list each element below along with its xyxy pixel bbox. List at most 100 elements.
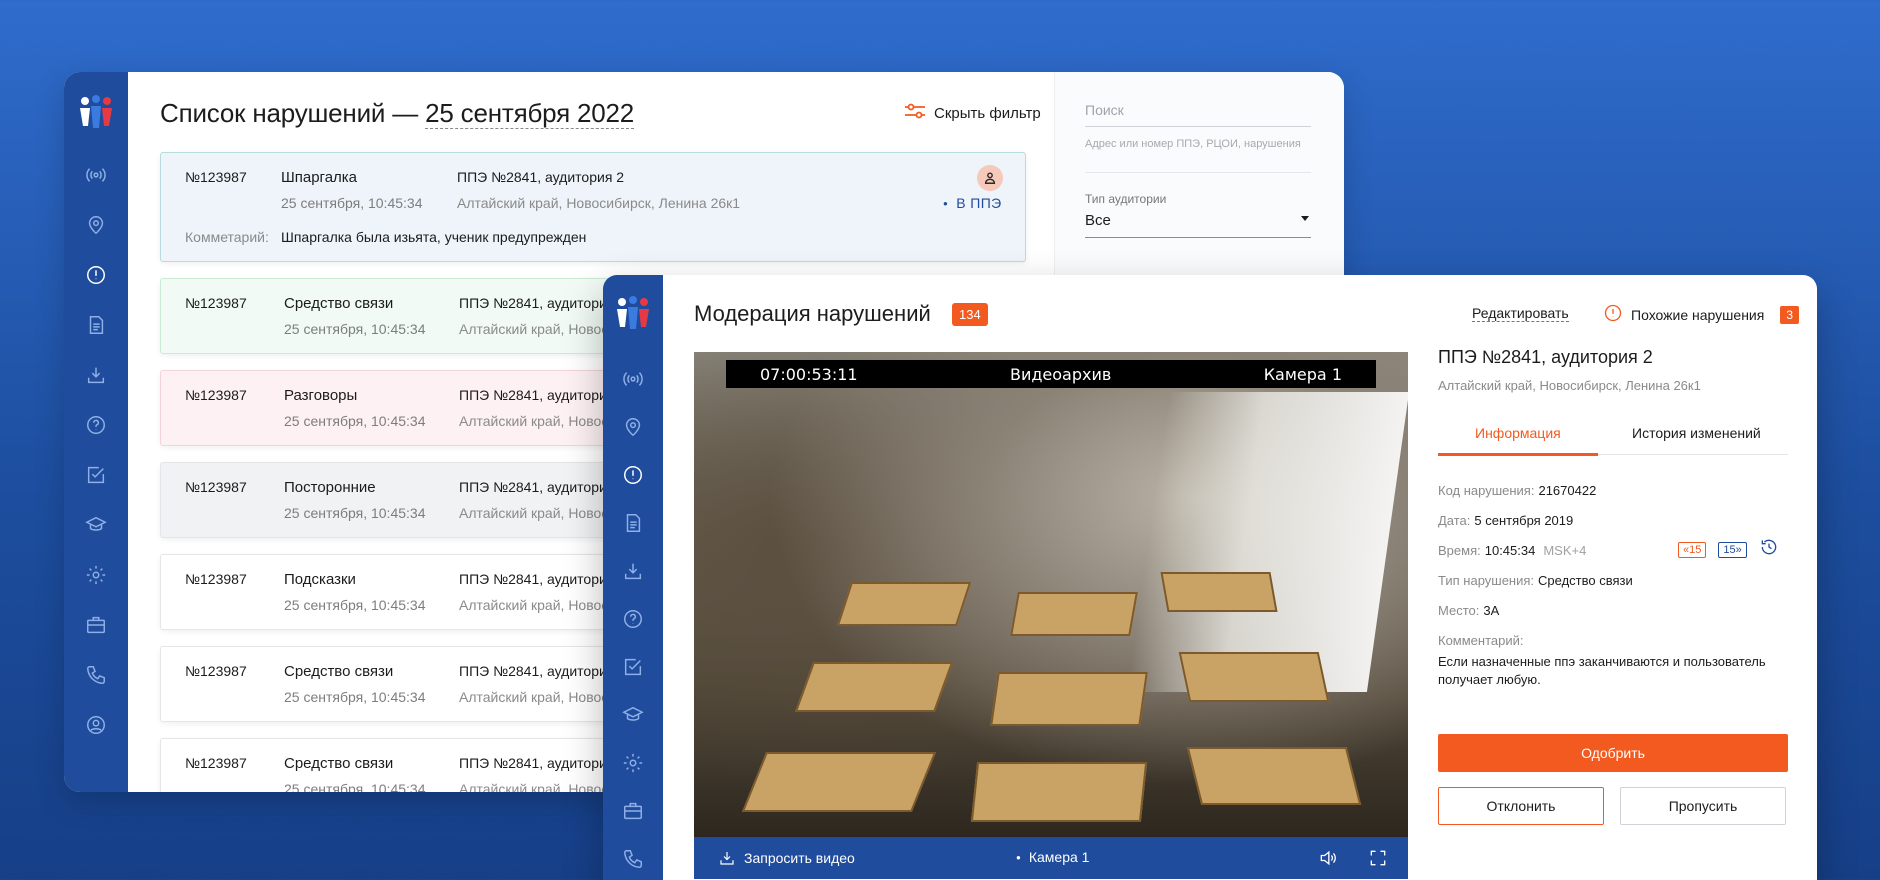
violation-time: 25 сентября, 10:45:34 <box>284 321 426 337</box>
divider <box>1085 172 1311 173</box>
violation-address: Алтайский край, Новосибирск, Ленина 26к1 <box>457 195 741 211</box>
violation-type: Средство связи <box>284 755 394 772</box>
tab-information[interactable]: Информация <box>1475 425 1561 441</box>
video-frame-window-light <box>1126 392 1408 692</box>
status-badge: В ППЭ <box>943 195 1002 211</box>
violation-type: Средство связи <box>284 295 394 312</box>
edit-link[interactable]: Редактировать <box>1472 305 1569 322</box>
search-placeholder: Поиск <box>1085 102 1124 118</box>
broadcast-icon[interactable] <box>619 365 647 393</box>
briefcase-icon[interactable] <box>619 797 647 825</box>
violation-number: №123987 <box>185 387 247 403</box>
video-controls: Запросить видео Камера 1 <box>694 837 1408 879</box>
camera-selector[interactable]: Камера 1 <box>1016 849 1090 865</box>
reject-button[interactable]: Отклонить <box>1438 787 1604 825</box>
type-value: Средство связи <box>1538 573 1633 588</box>
help-icon[interactable] <box>619 605 647 633</box>
violation-number: №123987 <box>185 755 247 771</box>
gear-icon[interactable] <box>82 561 110 589</box>
volume-icon[interactable] <box>1318 848 1338 871</box>
violation-ppe: ППЭ №2841, аудитория 2 <box>459 479 627 495</box>
search-input[interactable]: Поиск <box>1085 102 1311 127</box>
time-label: Время: <box>1438 543 1481 558</box>
violation-time: 25 сентября, 10:45:34 <box>284 597 426 613</box>
date-picker-link[interactable]: 25 сентября 2022 <box>425 98 634 129</box>
place-field: Место: 3А <box>1438 603 1499 618</box>
location-pin-icon[interactable] <box>82 211 110 239</box>
phone-icon[interactable] <box>82 661 110 689</box>
time-skip-controls: «15 15» <box>1678 537 1779 562</box>
help-icon[interactable] <box>82 411 110 439</box>
download-icon[interactable] <box>82 361 110 389</box>
similar-violations-label: Похожие нарушения <box>1631 306 1765 323</box>
alert-circle-icon[interactable] <box>82 261 110 289</box>
code-label: Код нарушения: <box>1438 483 1535 498</box>
violation-ppe: ППЭ №2841, аудитория 2 <box>459 663 627 679</box>
document-icon[interactable] <box>82 311 110 339</box>
violation-time: 25 сентября, 10:45:34 <box>281 195 423 211</box>
alert-circle-icon[interactable] <box>619 461 647 489</box>
fullscreen-icon[interactable] <box>1368 848 1388 871</box>
violation-number: №123987 <box>185 571 247 587</box>
sidebar <box>64 72 128 792</box>
video-frame-desk <box>1160 572 1278 612</box>
violation-type: Средство связи <box>284 663 394 680</box>
graduation-cap-icon[interactable] <box>82 511 110 539</box>
video-osd: 07:00:53:11 Видеоархив Камера 1 <box>726 360 1376 388</box>
sidebar <box>603 275 663 880</box>
code-value: 21670422 <box>1538 483 1597 498</box>
filter-sliders-icon <box>904 102 926 124</box>
download-icon[interactable] <box>619 557 647 585</box>
comment-label: Комментарий: <box>1438 633 1524 648</box>
comment-text: Шпаргалка была изьята, ученик предупрежд… <box>281 229 587 245</box>
document-icon[interactable] <box>619 509 647 537</box>
history-icon[interactable] <box>1759 537 1779 562</box>
person-icon[interactable] <box>977 165 1003 191</box>
tab-history[interactable]: История изменений <box>1632 425 1761 441</box>
violation-type: Подсказки <box>284 571 356 588</box>
video-player[interactable]: 07:00:53:11 Видеоархив Камера 1 <box>694 352 1408 837</box>
code-field: Код нарушения: 21670422 <box>1438 483 1596 498</box>
request-video-label: Запросить видео <box>744 850 855 866</box>
video-frame-desk <box>1178 652 1330 702</box>
broadcast-icon[interactable] <box>82 161 110 189</box>
skip-forward-button[interactable]: 15» <box>1718 541 1747 558</box>
checkbox-icon[interactable] <box>82 461 110 489</box>
place-label: Место: <box>1438 603 1480 618</box>
active-tab-indicator <box>1438 453 1598 456</box>
approve-button[interactable]: Одобрить <box>1438 734 1788 772</box>
auditory-type-select[interactable]: Все <box>1085 212 1311 238</box>
checkbox-icon[interactable] <box>619 653 647 681</box>
hide-filter-label: Скрыть фильтр <box>934 104 1041 122</box>
violation-ppe: ППЭ №2841, аудитория 2 <box>459 571 627 587</box>
skip-button[interactable]: Пропусить <box>1620 787 1786 825</box>
similar-violations-button[interactable]: Похожие нарушения 3 <box>1603 303 1800 326</box>
user-circle-icon[interactable] <box>82 711 110 739</box>
violation-time: 25 сентября, 10:45:34 <box>284 505 426 521</box>
briefcase-icon[interactable] <box>82 611 110 639</box>
app-logo[interactable] <box>76 92 116 132</box>
search-hint: Адрес или номер ППЭ, РЦОИ, нарушения <box>1085 138 1301 150</box>
comment-label: Комметарий: <box>185 229 269 245</box>
moderation-window: Модерация нарушений 134 Редактировать По… <box>603 275 1817 880</box>
video-frame-desk <box>794 662 954 712</box>
app-logo[interactable] <box>613 293 653 333</box>
location-pin-icon[interactable] <box>619 413 647 441</box>
gear-icon[interactable] <box>619 749 647 777</box>
violation-ppe: ППЭ №2841, аудитория 2 <box>459 387 627 403</box>
auditory-type-label: Тип аудитории <box>1085 192 1167 206</box>
violation-ppe: ППЭ №2841, аудитория 2 <box>459 755 627 771</box>
video-frame-desk <box>1186 747 1362 805</box>
phone-icon[interactable] <box>619 845 647 873</box>
skip-back-button[interactable]: «15 <box>1678 541 1707 558</box>
ppe-title: ППЭ №2841, аудитория 2 <box>1438 347 1653 367</box>
count-badge: 134 <box>952 303 988 326</box>
info-tabs: Информация История изменений <box>1438 419 1788 456</box>
video-timestamp: 07:00:53:11 <box>760 364 858 384</box>
hide-filter-button[interactable]: Скрыть фильтр <box>904 102 1041 124</box>
graduation-cap-icon[interactable] <box>619 701 647 729</box>
download-icon <box>720 852 734 865</box>
violation-card[interactable]: №123987 Шпаргалка 25 сентября, 10:45:34 … <box>160 152 1026 262</box>
request-video-button[interactable]: Запросить видео <box>718 849 855 867</box>
date-value: 5 сентября 2019 <box>1474 513 1574 528</box>
